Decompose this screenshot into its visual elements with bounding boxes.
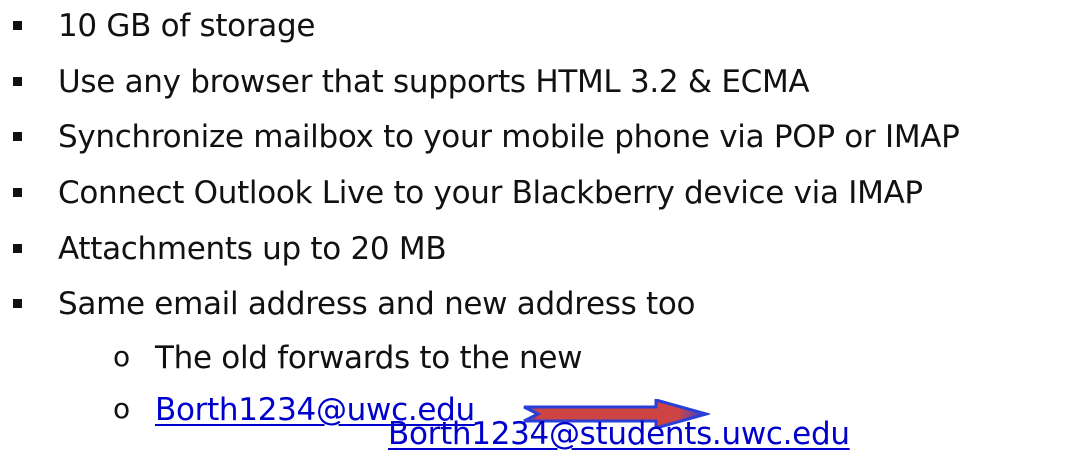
slide: 10 GB of storage Use any browser that su…	[0, 0, 1088, 462]
bullet-text: Same email address and new address too	[58, 286, 696, 322]
circle-bullet-icon: o	[113, 340, 131, 373]
bullet-text: Synchronize mailbox to your mobile phone…	[58, 119, 960, 155]
square-bullet-icon	[13, 299, 22, 308]
square-bullet-icon	[13, 21, 22, 30]
new-address-link[interactable]: Borth1234@students.uwc.edu	[388, 416, 850, 452]
square-bullet-icon	[13, 132, 22, 141]
bullet-text: Use any browser that supports HTML 3.2 &…	[58, 64, 810, 100]
square-bullet-icon	[13, 77, 22, 86]
sub-bullet-text: The old forwards to the new	[155, 340, 583, 376]
bullet-text: 10 GB of storage	[58, 8, 316, 44]
square-bullet-icon	[13, 244, 22, 253]
square-bullet-icon	[13, 188, 22, 197]
bullet-text: Connect Outlook Live to your Blackberry …	[58, 175, 923, 211]
bullet-text: Attachments up to 20 MB	[58, 231, 447, 267]
circle-bullet-icon: o	[113, 392, 131, 425]
